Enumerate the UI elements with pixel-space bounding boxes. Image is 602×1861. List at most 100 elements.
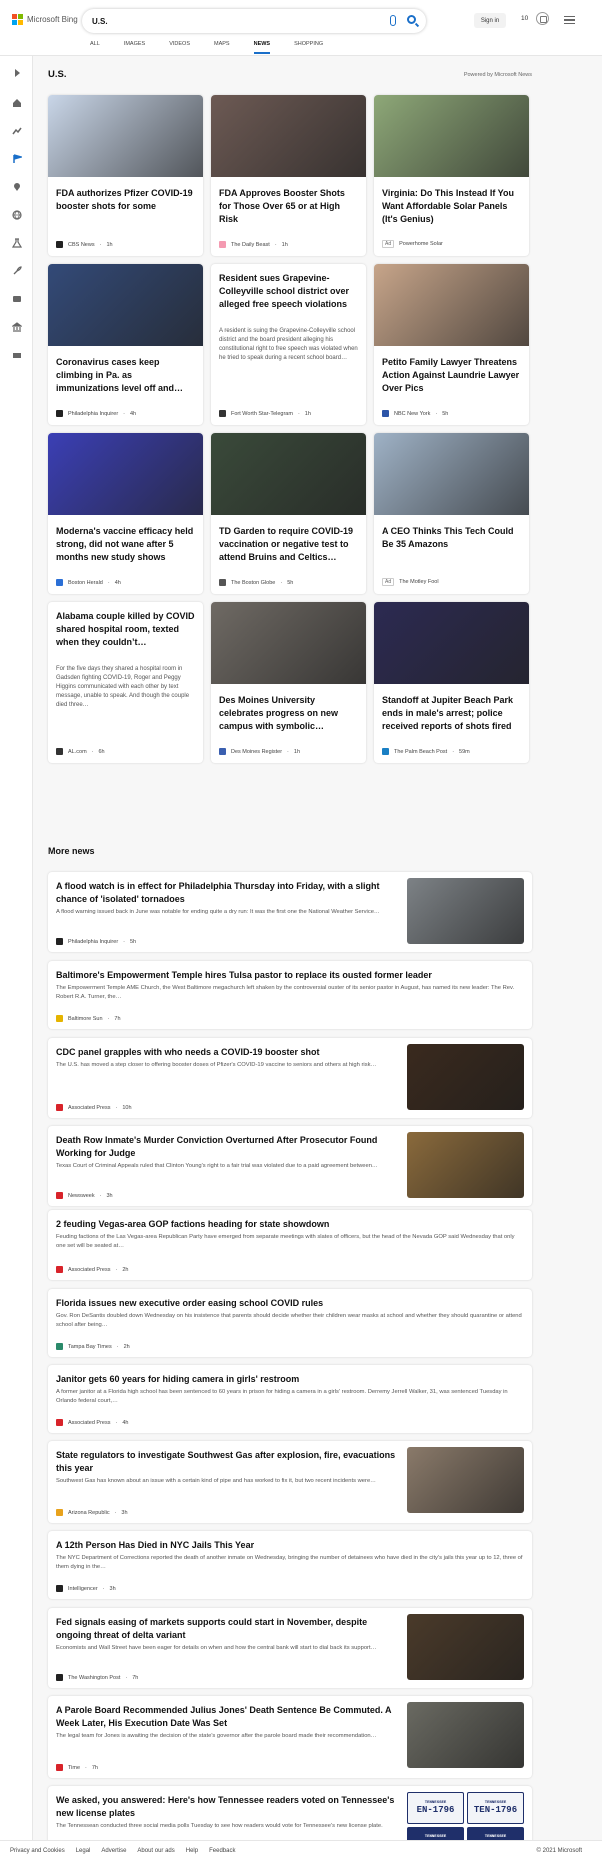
news-card-title[interactable]: TD Garden to require COVID-19 vaccinatio… xyxy=(219,525,358,564)
science-icon[interactable] xyxy=(12,238,22,248)
more-news-title[interactable]: We asked, you answered: Here's how Tenne… xyxy=(56,1794,396,1820)
news-card-source[interactable]: Boston Herald · 4h xyxy=(56,579,121,586)
news-card-source[interactable]: The Boston Globe · 5h xyxy=(219,579,293,586)
more-news-title[interactable]: Florida issues new executive order easin… xyxy=(56,1297,524,1310)
more-news-title[interactable]: Fed signals easing of markets supports c… xyxy=(56,1616,396,1642)
more-news-thumbnail[interactable] xyxy=(407,1132,524,1198)
news-card-title[interactable]: Moderna's vaccine efficacy held strong, … xyxy=(56,525,195,564)
news-card[interactable]: Resident sues Grapevine-Colleyville scho… xyxy=(211,264,366,425)
more-news-item[interactable]: Janitor gets 60 years for hiding camera … xyxy=(48,1365,532,1433)
more-news-title[interactable]: 2 feuding Vegas-area GOP factions headin… xyxy=(56,1218,524,1231)
more-news-source[interactable]: Associated Press · 4h xyxy=(56,1419,128,1426)
tab-videos[interactable]: VIDEOS xyxy=(169,41,190,54)
powered-by[interactable]: Powered by Microsoft News xyxy=(464,72,532,78)
news-card-image[interactable] xyxy=(374,95,529,177)
location-icon[interactable] xyxy=(12,182,22,192)
globe-icon[interactable] xyxy=(12,210,22,220)
money-icon[interactable] xyxy=(12,350,22,360)
more-news-source[interactable]: Arizona Republic · 3h xyxy=(56,1509,128,1516)
news-card-source[interactable]: NBC New York · 5h xyxy=(382,410,448,417)
more-news-item[interactable]: CDC panel grapples with who needs a COVI… xyxy=(48,1038,532,1118)
trending-icon[interactable] xyxy=(12,126,22,136)
more-news-title[interactable]: CDC panel grapples with who needs a COVI… xyxy=(56,1046,396,1059)
sign-in-button[interactable]: Sign in xyxy=(474,13,506,28)
tab-maps[interactable]: MAPS xyxy=(214,41,230,54)
more-news-item[interactable]: Baltimore's Empowerment Temple hires Tul… xyxy=(48,961,532,1029)
more-news-thumbnail[interactable] xyxy=(407,1702,524,1768)
more-news-item[interactable]: A 12th Person Has Died in NYC Jails This… xyxy=(48,1531,532,1599)
more-news-title[interactable]: Baltimore's Empowerment Temple hires Tul… xyxy=(56,969,524,982)
footer-link[interactable]: About our ads xyxy=(137,1848,174,1854)
news-card-source[interactable]: Fort Worth Star-Telegram · 1h xyxy=(219,410,311,417)
news-card-title[interactable]: FDA authorizes Pfizer COVID-19 booster s… xyxy=(56,187,195,213)
news-card-image[interactable] xyxy=(211,433,366,515)
news-card[interactable]: A CEO Thinks This Tech Could Be 35 Amazo… xyxy=(374,433,529,594)
news-card-source[interactable]: AL.com · 6h xyxy=(56,748,105,755)
news-card-source[interactable]: The Palm Beach Post · 59m xyxy=(382,748,470,755)
news-card[interactable]: FDA Approves Booster Shots for Those Ove… xyxy=(211,95,366,256)
tab-news[interactable]: NEWS xyxy=(253,41,270,54)
news-card-source[interactable]: Philadelphia Inquirer · 4h xyxy=(56,410,136,417)
us-flag-icon[interactable] xyxy=(12,154,22,164)
news-card-title[interactable]: Alabama couple killed by COVID shared ho… xyxy=(56,610,195,649)
more-news-item[interactable]: A flood watch is in effect for Philadelp… xyxy=(48,872,532,952)
footer-link[interactable]: Feedback xyxy=(209,1848,235,1854)
rewards-icon[interactable] xyxy=(536,12,549,25)
news-card-title[interactable]: Des Moines University celebrates progres… xyxy=(219,694,358,733)
news-card-image[interactable] xyxy=(48,433,203,515)
tab-all[interactable]: ALL xyxy=(90,41,100,54)
news-card[interactable]: Coronavirus cases keep climbing in Pa. a… xyxy=(48,264,203,425)
home-icon[interactable] xyxy=(12,98,22,108)
more-news-item[interactable]: 2 feuding Vegas-area GOP factions headin… xyxy=(48,1210,532,1280)
rocket-icon[interactable] xyxy=(12,266,22,276)
search-icon[interactable] xyxy=(407,15,416,24)
more-news-item[interactable]: Death Row Inmate's Murder Conviction Ove… xyxy=(48,1126,532,1206)
search-box[interactable] xyxy=(82,9,426,33)
news-card-title[interactable]: FDA Approves Booster Shots for Those Ove… xyxy=(219,187,358,226)
more-news-title[interactable]: A flood watch is in effect for Philadelp… xyxy=(56,880,396,906)
more-news-title[interactable]: A 12th Person Has Died in NYC Jails This… xyxy=(56,1539,524,1552)
news-card-image[interactable] xyxy=(374,602,529,684)
entertainment-icon[interactable] xyxy=(12,294,22,304)
more-news-thumbnail[interactable] xyxy=(407,1614,524,1680)
expand-icon[interactable] xyxy=(12,68,22,78)
news-card-source[interactable]: The Daily Beast · 1h xyxy=(219,241,288,248)
news-card[interactable]: Petito Family Lawyer Threatens Action Ag… xyxy=(374,264,529,425)
more-news-item[interactable]: A Parole Board Recommended Julius Jones'… xyxy=(48,1696,532,1778)
more-news-item[interactable]: State regulators to investigate Southwes… xyxy=(48,1441,532,1523)
more-news-title[interactable]: A Parole Board Recommended Julius Jones'… xyxy=(56,1704,396,1730)
footer-link[interactable]: Privacy and Cookies xyxy=(10,1848,65,1854)
news-card[interactable]: Standoff at Jupiter Beach Park ends in m… xyxy=(374,602,529,763)
news-card-source[interactable]: Des Moines Register · 1h xyxy=(219,748,300,755)
more-news-source[interactable]: Time · 7h xyxy=(56,1764,98,1771)
more-news-thumbnail[interactable] xyxy=(407,1044,524,1110)
footer-link[interactable]: Legal xyxy=(76,1848,91,1854)
news-card-image[interactable] xyxy=(374,433,529,515)
more-news-source[interactable]: Tampa Bay Times · 2h xyxy=(56,1343,130,1350)
news-card-source[interactable]: CBS News · 1h xyxy=(56,241,113,248)
menu-icon[interactable] xyxy=(564,16,575,24)
more-news-title[interactable]: Death Row Inmate's Murder Conviction Ove… xyxy=(56,1134,396,1160)
more-news-thumbnail[interactable] xyxy=(407,1447,524,1513)
tab-shopping[interactable]: SHOPPING xyxy=(294,41,323,54)
news-card[interactable]: Virginia: Do This Instead If You Want Af… xyxy=(374,95,529,256)
more-news-source[interactable]: Intelligencer · 3h xyxy=(56,1585,116,1592)
more-news-source[interactable]: Associated Press · 2h xyxy=(56,1266,128,1273)
more-news-source[interactable]: Newsweek · 3h xyxy=(56,1192,113,1199)
news-card-source[interactable]: Ad The Motley Fool xyxy=(382,578,439,586)
news-card-source[interactable]: Ad Powerhome Solar xyxy=(382,240,443,248)
news-card[interactable]: Moderna's vaccine efficacy held strong, … xyxy=(48,433,203,594)
news-card-image[interactable] xyxy=(211,602,366,684)
rewards-points[interactable]: 10 xyxy=(521,15,528,22)
more-news-source[interactable]: Philadelphia Inquirer · 5h xyxy=(56,938,136,945)
news-card[interactable]: Des Moines University celebrates progres… xyxy=(211,602,366,763)
search-input[interactable] xyxy=(92,16,382,26)
microphone-icon[interactable] xyxy=(390,15,396,26)
more-news-item[interactable]: Fed signals easing of markets supports c… xyxy=(48,1608,532,1688)
politics-icon[interactable] xyxy=(12,322,22,332)
tab-images[interactable]: IMAGES xyxy=(124,41,145,54)
news-card-title[interactable]: Coronavirus cases keep climbing in Pa. a… xyxy=(56,356,195,395)
news-card[interactable]: Alabama couple killed by COVID shared ho… xyxy=(48,602,203,763)
news-card[interactable]: TD Garden to require COVID-19 vaccinatio… xyxy=(211,433,366,594)
news-card-title[interactable]: Virginia: Do This Instead If You Want Af… xyxy=(382,187,521,226)
